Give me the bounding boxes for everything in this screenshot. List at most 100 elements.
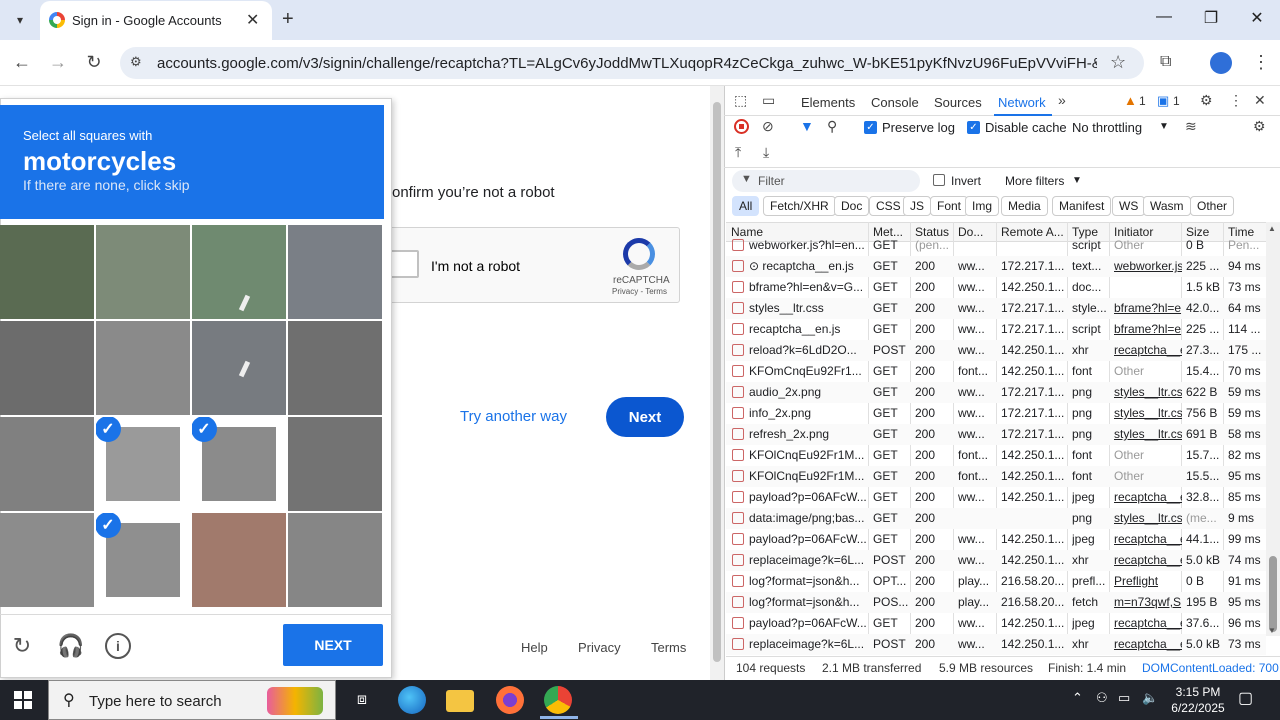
grid-tile[interactable]	[0, 513, 94, 607]
info-icon[interactable]: i	[105, 633, 131, 659]
device-toolbar-icon[interactable]: ▭	[762, 92, 775, 109]
table-row[interactable]: refresh_2x.png GET 200 ww... 172.217.1... png…	[726, 424, 1266, 445]
devtools-scroll-thumb[interactable]	[1269, 556, 1277, 632]
windows-start-icon[interactable]	[14, 691, 32, 709]
audio-headphones-icon[interactable]: 🎧	[57, 633, 84, 659]
filter-chip-img[interactable]: Img	[965, 196, 1000, 216]
table-row[interactable]: recaptcha__en.js GET 200 ww... 172.217.1... s…	[726, 319, 1266, 340]
more-filters-button[interactable]: More filters	[1005, 174, 1064, 188]
footer-help-link[interactable]: Help	[521, 640, 548, 655]
record-stop-icon[interactable]	[734, 119, 749, 134]
network-conditions-icon[interactable]: ≋	[1185, 118, 1197, 135]
filter-chip-fetchxhr[interactable]: Fetch/XHR	[763, 196, 836, 216]
grid-tile[interactable]	[96, 321, 190, 415]
filter-chip-js[interactable]: JS	[903, 196, 932, 216]
footer-privacy-link[interactable]: Privacy	[578, 640, 621, 655]
table-row[interactable]: ⊙ recaptcha__en.js GET 200 ww... 172.217.1..…	[726, 256, 1266, 277]
try-another-way-link[interactable]: Try another way	[460, 408, 567, 425]
table-row[interactable]: reload?k=6LdD2O... POST 200 ww... 142.250.1.…	[726, 340, 1266, 361]
grid-tile[interactable]	[0, 321, 94, 415]
message-icon[interactable]: ▣	[1157, 93, 1169, 109]
new-tab-button[interactable]: +	[282, 8, 294, 30]
grid-tile[interactable]	[192, 513, 286, 607]
tray-app-icon[interactable]: ⚇	[1096, 690, 1108, 706]
table-row[interactable]: audio_2x.png GET 200 ww... 172.217.1... png st…	[726, 382, 1266, 403]
table-row[interactable]: payload?p=06AFcW... GET 200 ww... 142.250.1.…	[726, 487, 1266, 508]
grid-tile[interactable]	[0, 225, 94, 319]
cell-initiator[interactable]: recaptcha__e	[1114, 637, 1182, 651]
grid-tile[interactable]: ✓	[96, 417, 190, 511]
cell-initiator[interactable]: styles__ltr.css	[1114, 511, 1182, 525]
devtools-close-icon[interactable]: ✕	[1254, 92, 1266, 109]
task-view-icon[interactable]: ⧈	[348, 686, 376, 714]
clock[interactable]: 3:15 PM 6/22/2025	[1168, 684, 1228, 716]
page-scrollbar[interactable]	[710, 86, 724, 680]
table-row[interactable]: replaceimage?k=6L... POST 200 ww... 142.250.…	[726, 634, 1266, 655]
tab-search-button[interactable]: ▾	[8, 8, 32, 32]
warning-icon[interactable]: ▲	[1124, 93, 1137, 108]
filter-chip-manifest[interactable]: Manifest	[1052, 196, 1112, 216]
cell-initiator[interactable]: recaptcha__e	[1114, 532, 1182, 546]
filter-chip-other[interactable]: Other	[1190, 196, 1235, 216]
search-icon[interactable]: ⚲	[827, 118, 837, 135]
table-row[interactable]: data:image/png;bas... GET 200 png styles__lt…	[726, 508, 1266, 529]
site-settings-icon[interactable]: ⚙	[130, 54, 142, 70]
footer-terms-link[interactable]: Terms	[651, 640, 686, 655]
edge-browser-icon[interactable]	[398, 686, 426, 714]
extensions-icon[interactable]: ⧉	[1160, 53, 1171, 71]
filter-chip-ws[interactable]: WS	[1112, 196, 1146, 216]
challenge-next-button[interactable]: NEXT	[283, 624, 383, 666]
tab-sources[interactable]: Sources	[934, 95, 982, 110]
cell-initiator[interactable]: Other	[1114, 469, 1182, 483]
grid-tile[interactable]	[288, 513, 382, 607]
back-arrow-icon[interactable]: ←	[10, 52, 34, 73]
file-explorer-icon[interactable]	[446, 690, 474, 712]
preserve-log-checkbox[interactable]: ✓	[864, 121, 877, 134]
table-row[interactable]: replaceimage?k=6L... POST 200 ww... 142.250.…	[726, 550, 1266, 571]
table-row[interactable]: log?format=json&h... POS... 200 play... 216.…	[726, 592, 1266, 613]
table-row[interactable]: styles__ltr.css GET 200 ww... 172.217.1... st…	[726, 298, 1266, 319]
filter-chip-font[interactable]: Font	[930, 196, 969, 216]
forward-arrow-icon[interactable]: →	[46, 52, 70, 73]
grid-tile[interactable]	[0, 417, 94, 511]
cell-initiator[interactable]: recaptcha__e	[1114, 343, 1182, 357]
network-settings-gear-icon[interactable]: ⚙	[1253, 118, 1266, 135]
table-row[interactable]: log?format=json&h... OPT... 200 play... 216.…	[726, 571, 1266, 592]
cell-initiator[interactable]: m=n73qwf,S	[1114, 595, 1182, 609]
cell-initiator[interactable]: styles__ltr.css	[1114, 406, 1182, 420]
table-row[interactable]: webworker.js?hl=en... GET (pen... script Oth…	[726, 235, 1266, 256]
devtools-settings-gear-icon[interactable]: ⚙	[1200, 92, 1213, 109]
cell-initiator[interactable]: bframe?hl=e	[1114, 322, 1182, 336]
firefox-icon[interactable]	[496, 686, 524, 714]
grid-tile[interactable]	[288, 417, 382, 511]
throttling-dropdown-icon[interactable]: ▼	[1159, 121, 1169, 132]
scroll-down-icon[interactable]: ▼	[1268, 626, 1276, 635]
browser-menu-icon[interactable]: ⋮	[1252, 52, 1270, 73]
filter-chip-doc[interactable]: Doc	[834, 196, 870, 216]
cell-initiator[interactable]: Preflight	[1114, 574, 1182, 588]
cell-initiator[interactable]: webworker.js	[1114, 259, 1182, 273]
page-scroll-thumb[interactable]	[713, 102, 721, 662]
window-close-icon[interactable]: ✕	[1242, 8, 1272, 28]
tab-close-icon[interactable]: ✕	[246, 10, 259, 30]
cell-initiator[interactable]: Other	[1114, 238, 1182, 252]
filter-chip-media[interactable]: Media	[1001, 196, 1048, 216]
network-icon[interactable]: ▭	[1118, 690, 1130, 706]
restore-icon[interactable]: ❐	[1196, 8, 1226, 28]
table-row[interactable]: payload?p=06AFcW... GET 200 ww... 142.250.1.…	[726, 613, 1266, 634]
export-har-icon[interactable]: ⤓	[763, 144, 769, 161]
cell-initiator[interactable]: bframe?hl=e	[1114, 301, 1182, 315]
tab-network[interactable]: Network	[998, 95, 1046, 110]
table-row[interactable]: KFOlCnqEu92Fr1M... GET 200 font... 142.250.1…	[726, 466, 1266, 487]
filter-input[interactable]: ▼ Filter	[732, 170, 920, 192]
disable-cache-checkbox[interactable]: ✓	[967, 121, 980, 134]
grid-tile[interactable]	[96, 225, 190, 319]
filter-chip-wasm[interactable]: Wasm	[1143, 196, 1191, 216]
more-filters-dropdown-icon[interactable]: ▼	[1072, 175, 1082, 186]
taskbar-search[interactable]: ⚲ Type here to search	[48, 680, 336, 720]
table-row[interactable]: KFOlCnqEu92Fr1M... GET 200 font... 142.250.1…	[726, 445, 1266, 466]
cell-initiator[interactable]: recaptcha__e	[1114, 490, 1182, 504]
cell-initiator[interactable]: recaptcha__e	[1114, 616, 1182, 630]
table-row[interactable]: info_2x.png GET 200 ww... 172.217.1... png sty…	[726, 403, 1266, 424]
devtools-scrollbar[interactable]	[1266, 222, 1280, 636]
